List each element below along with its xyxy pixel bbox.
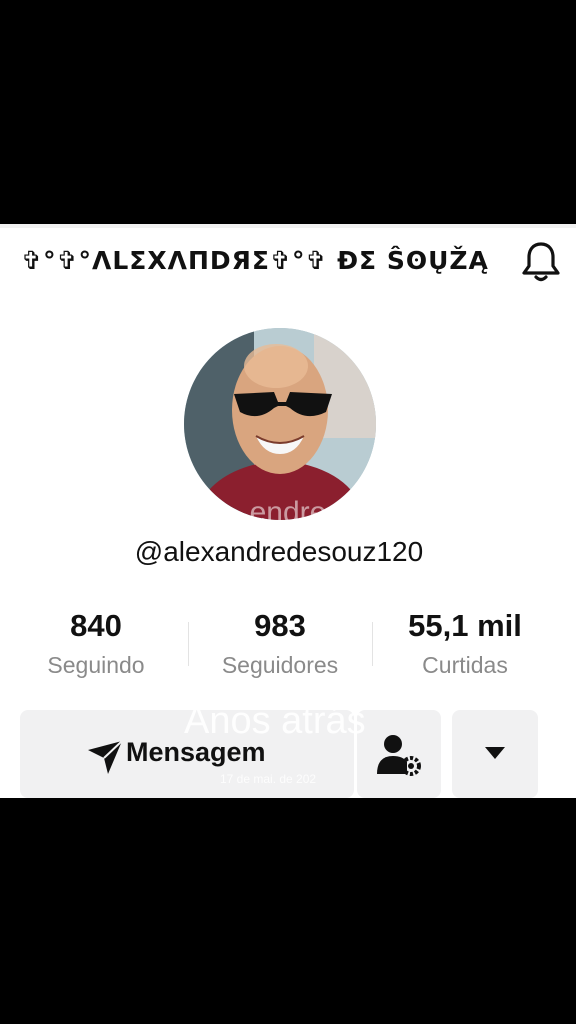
video-overlay-name-fragment: endre	[249, 496, 327, 529]
add-friend-button[interactable]	[357, 710, 441, 798]
stat-divider	[372, 622, 373, 666]
card-top-border	[0, 224, 576, 228]
stat-followers-label: Seguidores	[221, 652, 339, 678]
stat-following-label: Seguindo	[47, 652, 145, 678]
stat-following-value: 840	[70, 608, 122, 643]
profile-avatar[interactable]	[184, 328, 376, 520]
video-overlay-years: Anos atrás	[184, 700, 366, 742]
stat-likes-label: Curtidas	[422, 652, 508, 678]
profile-display-name: ✞°✞°ΛLΣXΛПDЯΣ✞°✞ ÐΣ ŜʘŲŽĄ	[21, 246, 489, 275]
stat-following[interactable]: 840 Seguindo	[6, 608, 186, 679]
stat-followers-value: 983	[254, 608, 306, 643]
notification-bell-icon[interactable]	[518, 238, 564, 284]
person-settings-icon	[377, 735, 421, 776]
stat-followers[interactable]: 983 Seguidores	[190, 608, 370, 679]
profile-card: ✞°✞°ΛLΣXΛПDЯΣ✞°✞ ÐΣ ŜʘŲŽĄ endre @alexand…	[0, 224, 576, 798]
caret-down-icon	[485, 747, 505, 759]
stat-likes: 55,1 mil Curtidas	[375, 608, 555, 679]
profile-photo	[184, 328, 376, 520]
video-overlay-date: 17 de mai. de 202	[220, 772, 317, 786]
more-options-button[interactable]	[452, 710, 538, 798]
profile-handle: @alexandredesouz120	[134, 536, 424, 567]
stat-likes-value: 55,1 mil	[408, 608, 522, 643]
stat-divider	[188, 622, 189, 666]
paper-plane-icon	[88, 740, 123, 774]
